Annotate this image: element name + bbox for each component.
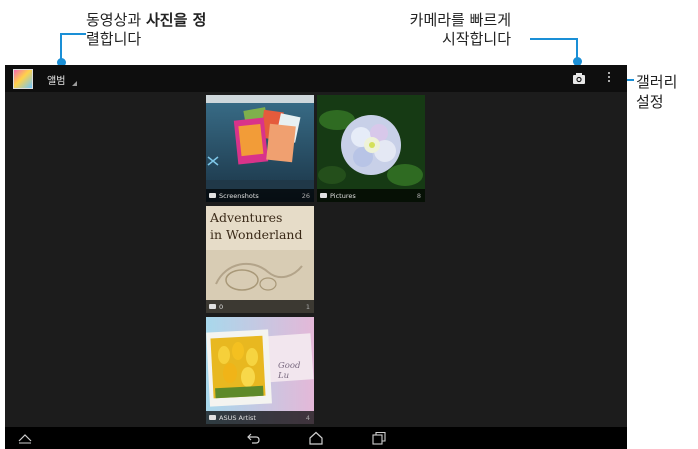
home-icon[interactable]: [308, 431, 324, 445]
folder-icon: [209, 193, 216, 198]
album-caption: ASUS Artist 4: [206, 411, 314, 424]
album-tile-screenshots[interactable]: Screenshots 26: [206, 95, 314, 202]
camera-callout-line-v: [576, 38, 578, 58]
wonderland-title: Adventures in Wonderland: [210, 209, 302, 243]
screenshots-thumbnail: [206, 95, 314, 202]
sort-callout-bold: 사진을 정: [145, 11, 207, 29]
album-count: 4: [305, 414, 310, 422]
collapse-icon[interactable]: [17, 431, 33, 445]
album-name: 0: [219, 303, 224, 311]
album-name: Pictures: [330, 192, 356, 200]
camera-icon[interactable]: [572, 71, 586, 85]
folder-icon: [320, 193, 327, 198]
back-icon[interactable]: [245, 431, 261, 445]
album-caption: Pictures 8: [317, 189, 425, 202]
sort-callout-line2: 렬합니다: [86, 30, 142, 48]
navigation-bar: [5, 427, 627, 449]
dropdown-caret-icon: [72, 81, 77, 86]
settings-callout: 갤러리 설정: [636, 72, 677, 112]
camera-callout-line: [530, 38, 578, 40]
recent-apps-icon[interactable]: [371, 431, 387, 445]
album-caption: 0 1: [206, 300, 314, 313]
gallery-app-icon[interactable]: [13, 69, 33, 89]
album-caption: Screenshots 26: [206, 189, 314, 202]
folder-icon: [209, 415, 216, 420]
camera-callout-line1: 카메라를 빠르게: [409, 11, 512, 29]
album-count: 26: [301, 192, 310, 200]
overflow-menu-icon[interactable]: [606, 71, 612, 85]
album-count: 8: [416, 192, 421, 200]
folder-icon: [209, 304, 216, 309]
sort-callout-line-v: [60, 33, 62, 61]
album-dropdown[interactable]: 앨범: [47, 72, 65, 87]
album-tile-pictures[interactable]: Pictures 8: [317, 95, 425, 202]
album-name: Screenshots: [219, 192, 259, 200]
sort-callout: 동영상과 사진을 정 렬합니다: [86, 11, 206, 49]
pictures-thumbnail: [317, 95, 425, 202]
gallery-screen: 앨범 Screenshots 26 Pictures 8 Adventures …: [5, 65, 627, 449]
sort-callout-text: 동영상과: [86, 11, 146, 29]
wonderland-line1: Adventures: [210, 210, 283, 225]
album-name: ASUS Artist: [219, 414, 256, 422]
album-count: 1: [305, 303, 310, 311]
action-bar: 앨범: [5, 65, 627, 92]
sort-callout-line: [60, 33, 86, 35]
wonderland-line2: in Wonderland: [210, 227, 303, 242]
album-tile-0[interactable]: Adventures in Wonderland 0 1: [206, 206, 314, 313]
card-text: Good Lu: [278, 361, 301, 381]
album-tile-asus-artist[interactable]: Good Lu ASUS Artist 4: [206, 317, 314, 424]
settings-callout-line2: 설정: [636, 93, 664, 111]
camera-callout-line2: 시작합니다: [442, 30, 512, 48]
camera-callout: 카메라를 빠르게 시작합니다: [400, 11, 511, 49]
settings-callout-line1: 갤러리: [636, 73, 678, 91]
